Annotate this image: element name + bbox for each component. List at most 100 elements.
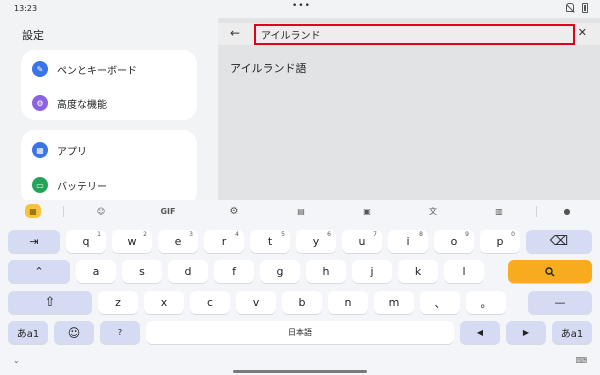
key-letter: t [267,235,273,248]
key-t[interactable]: t5 [250,230,290,253]
key-v[interactable]: v [236,291,276,314]
pen-icon: ✎ [32,61,48,77]
key-n[interactable]: n [328,291,368,314]
key-e[interactable]: e3 [158,230,198,253]
clear-icon[interactable]: ✕ [578,26,587,39]
battery-icon: ▭ [32,177,48,193]
key-hint: 7 [373,231,377,238]
key-letter: o [450,235,458,248]
key-g[interactable]: g [260,260,300,283]
key-letter: q [82,235,90,248]
switch-keyboard-icon[interactable]: ⌨ [575,356,587,365]
key-letter: y [312,235,320,248]
settings-item-pen-keyboard[interactable]: ✎ ペンとキーボード [21,52,197,86]
key-p[interactable]: p0 [480,230,520,253]
backspace-key[interactable]: ⌫ [526,230,592,253]
settings-panel: 設定 ✎ ペンとキーボード ⚙ 高度な機能 ▦ アプリ ▭ バッテリー [0,18,218,205]
hide-keyboard-icon[interactable]: ⌄ [13,356,20,365]
one-handed-icon[interactable]: ▤ [294,204,308,218]
key-z[interactable]: z [98,291,138,314]
key-l[interactable]: l [444,260,484,283]
notifications-off-icon [566,3,574,12]
microphone-icon[interactable]: ● [561,204,573,218]
key-r[interactable]: r4 [204,230,244,253]
settings-item-battery[interactable]: ▭ バッテリー [21,168,197,202]
key-k[interactable]: k [398,260,438,283]
settings-item-label: アプリ [57,146,87,158]
settings-item-apps[interactable]: ▦ アプリ [21,133,197,167]
key-w[interactable]: w2 [112,230,152,253]
key-b[interactable]: b [282,291,322,314]
tab-key[interactable]: ⇥ [8,230,60,253]
sticker-icon[interactable]: ☺ [94,204,108,218]
key-s[interactable]: s [122,260,162,283]
key-c[interactable]: c [190,291,230,314]
key-hint: 6 [327,231,331,238]
key-letter: u [358,235,366,248]
gif-button[interactable]: GIF [158,204,178,218]
settings-item-label: ペンとキーボード [57,65,137,77]
on-screen-keyboard: ▦ ☺ GIF ⚙ ▤ ▣ 文 ▥ ● ⇥ q1 w2 e3 r4 t5 y6 … [0,200,600,375]
key-x[interactable]: x [144,291,184,314]
search-input[interactable] [254,24,575,45]
key-j[interactable]: j [352,260,392,283]
settings-card-2: ▦ アプリ ▭ バッテリー [21,130,197,205]
key-a[interactable]: a [76,260,116,283]
key-i[interactable]: i8 [388,230,428,253]
key-hint: 8 [419,231,423,238]
key-y[interactable]: y6 [296,230,336,253]
search-bar: ← ✕ [218,23,600,45]
key-f[interactable]: f [214,260,254,283]
shift-key-left[interactable]: ⇧ [8,291,92,314]
key-hint: 5 [281,231,285,238]
key-hint: 9 [465,231,469,238]
settings-item-label: バッテリー [57,181,107,193]
settings-gear-icon[interactable]: ⚙ [227,204,241,218]
key-q[interactable]: q1 [66,230,106,253]
key-u[interactable]: u7 [342,230,382,253]
search-icon [545,266,555,276]
settings-item-advanced-features[interactable]: ⚙ 高度な機能 [21,86,197,120]
key-hint: 2 [143,231,147,238]
symbols-key[interactable]: ? [100,321,140,344]
caps-key[interactable]: ⌃ [8,260,70,283]
settings-title: 設定 [22,29,44,42]
emoji-key[interactable]: ☺ [54,321,94,344]
status-bar: 13:23 ••• [0,0,600,18]
key-o[interactable]: o9 [434,230,474,253]
translate-icon[interactable]: 文 [426,204,440,218]
key-comma[interactable]: 、 [420,291,460,314]
dash-key[interactable]: — [528,291,592,314]
multi-window-handle[interactable]: ••• [292,1,311,11]
search-panel: ← ✕ アイルランド語 [218,18,600,200]
key-m[interactable]: m [374,291,414,314]
key-letter: p [496,235,504,248]
key-h[interactable]: h [306,260,346,283]
cursor-left-key[interactable]: ◀ [460,321,500,344]
search-enter-key[interactable] [508,260,592,283]
advanced-features-icon: ⚙ [32,95,48,111]
apps-icon: ▦ [32,142,48,158]
key-hint: 1 [97,231,101,238]
status-icons [566,3,588,13]
language-switch-key-left[interactable]: あa1 [8,321,48,344]
space-key[interactable]: 日本語 [146,321,454,344]
key-d[interactable]: d [168,260,208,283]
cursor-right-key[interactable]: ▶ [506,321,546,344]
status-time: 13:23 [14,4,38,13]
key-period[interactable]: 。 [466,291,506,314]
key-hint: 3 [189,231,193,238]
settings-card-1: ✎ ペンとキーボード ⚙ 高度な機能 [21,50,197,120]
back-arrow-icon[interactable]: ← [230,26,240,40]
keyboard-mode-icon[interactable]: ▣ [360,204,374,218]
clipboard-icon[interactable]: ▥ [492,204,506,218]
language-switch-key-right[interactable]: あa1 [552,321,592,344]
key-letter: w [127,235,137,248]
key-hint: 4 [235,231,239,238]
key-hint: 0 [511,231,515,238]
key-letter: i [406,235,410,248]
search-result-item[interactable]: アイルランド語 [230,60,306,76]
keyboard-apps-icon[interactable]: ▦ [25,204,41,218]
toolbar-divider [536,206,537,217]
navigation-handle[interactable] [233,370,367,373]
